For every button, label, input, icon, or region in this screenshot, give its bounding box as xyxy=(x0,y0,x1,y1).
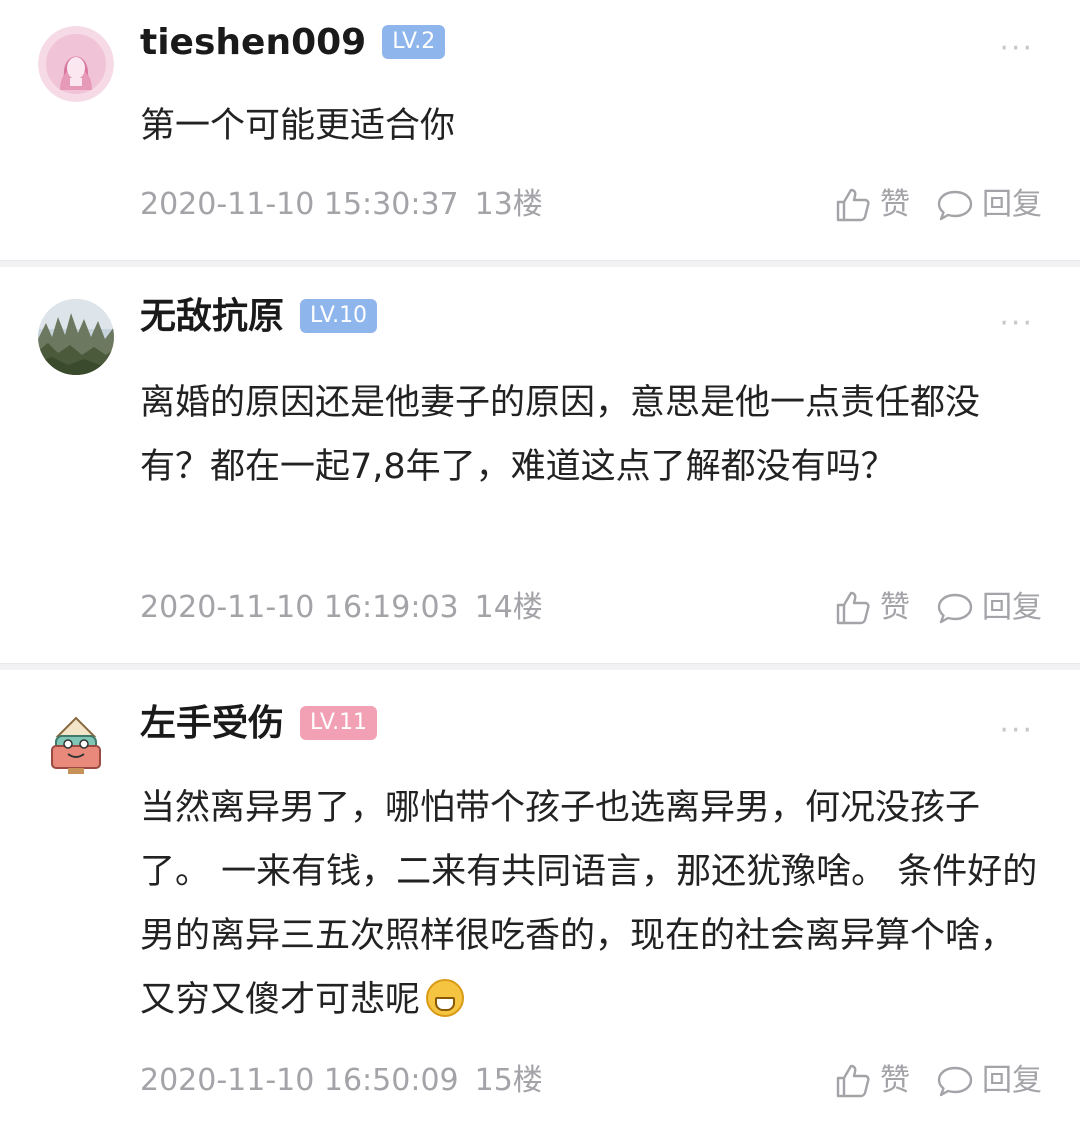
thumbs-up-icon xyxy=(836,1064,870,1098)
floor-number: 13楼 xyxy=(474,187,543,222)
comment-item: 左手受伤 LV.11 ··· 当然离异男了，哪怕带个孩子也选离异男，何况没孩子了。… xyxy=(0,670,1080,1128)
divider xyxy=(0,260,1080,267)
comment-meta: 2020-11-10 16:19:03 14楼 xyxy=(140,593,543,623)
comment-content: 当然离异男了，哪怕带个孩子也选离异男，何况没孩子了。 一来有钱，二来有共同语言，… xyxy=(140,776,1040,1032)
comment-text: 当然离异男了，哪怕带个孩子也选离异男，何况没孩子了。 一来有钱，二来有共同语言，… xyxy=(140,788,1038,1020)
pink-girl-avatar-icon xyxy=(38,26,114,102)
timestamp: 2020-11-10 15:30:37 xyxy=(140,187,459,222)
speech-bubble-icon xyxy=(937,593,973,624)
like-button[interactable]: 赞 xyxy=(834,589,910,627)
comment-content: 第一个可能更适合你 xyxy=(140,94,1040,158)
like-label: 赞 xyxy=(880,1063,910,1098)
level-badge: LV.11 xyxy=(300,706,378,741)
like-label: 赞 xyxy=(880,187,910,222)
mountain-landscape-avatar-icon xyxy=(38,299,114,375)
level-badge: LV.10 xyxy=(300,299,378,334)
like-button[interactable]: 赞 xyxy=(834,186,910,224)
level-badge: LV.2 xyxy=(382,25,446,60)
thumbs-up-icon xyxy=(836,188,870,222)
timestamp: 2020-11-10 16:19:03 xyxy=(140,590,459,625)
reply-label: 回复 xyxy=(982,590,1042,625)
reply-button[interactable]: 回复 xyxy=(936,1062,1042,1100)
comment-item: 无敌抗原 LV.10 ··· 离婚的原因还是他妻子的原因，意思是他一点责任都没有？… xyxy=(0,267,1080,663)
comment-actions: 赞 回复 xyxy=(834,1062,1042,1100)
username[interactable]: 无敌抗原 LV.10 xyxy=(140,296,378,337)
comment-text: 离婚的原因还是他妻子的原因，意思是他一点责任都没有？都在一起7,8年了，难道这点… xyxy=(140,383,981,487)
more-options-icon[interactable]: ··· xyxy=(999,309,1034,339)
more-options-icon[interactable]: ··· xyxy=(999,34,1034,64)
like-button[interactable]: 赞 xyxy=(834,1062,910,1100)
username[interactable]: 左手受伤 LV.11 xyxy=(140,703,378,744)
comment-text: 第一个可能更适合你 xyxy=(140,106,456,146)
comment-actions: 赞 回复 xyxy=(834,589,1042,627)
avatar[interactable] xyxy=(38,26,114,102)
reply-button[interactable]: 回复 xyxy=(936,186,1042,224)
thumbs-up-icon xyxy=(836,591,870,625)
comment-content: 离婚的原因还是他妻子的原因，意思是他一点责任都没有？都在一起7,8年了，难道这点… xyxy=(140,371,1040,499)
like-label: 赞 xyxy=(880,590,910,625)
divider xyxy=(0,663,1080,670)
reply-label: 回复 xyxy=(982,187,1042,222)
more-options-icon[interactable]: ··· xyxy=(999,716,1034,746)
cartoon-character-avatar-icon xyxy=(38,706,114,782)
username-text[interactable]: 无敌抗原 xyxy=(140,296,284,337)
floor-number: 14楼 xyxy=(474,590,543,625)
comment-meta: 2020-11-10 16:50:09 15楼 xyxy=(140,1066,543,1096)
speech-bubble-icon xyxy=(937,1066,973,1097)
reply-label: 回复 xyxy=(982,1063,1042,1098)
username[interactable]: tieshen009 LV.2 xyxy=(140,22,446,63)
comment-actions: 赞 回复 xyxy=(834,186,1042,224)
timestamp: 2020-11-10 16:50:09 xyxy=(140,1063,459,1098)
reply-button[interactable]: 回复 xyxy=(936,589,1042,627)
floor-number: 15楼 xyxy=(474,1063,543,1098)
grinning-face-emoji xyxy=(426,979,465,1017)
username-text[interactable]: 左手受伤 xyxy=(140,703,284,744)
comment-meta: 2020-11-10 15:30:37 13楼 xyxy=(140,190,543,220)
comment-item: tieshen009 LV.2 ··· 第一个可能更适合你 2020-11-10 … xyxy=(0,0,1080,260)
avatar[interactable] xyxy=(38,706,114,782)
username-text[interactable]: tieshen009 xyxy=(140,22,366,63)
avatar[interactable] xyxy=(38,299,114,375)
speech-bubble-icon xyxy=(937,190,973,221)
